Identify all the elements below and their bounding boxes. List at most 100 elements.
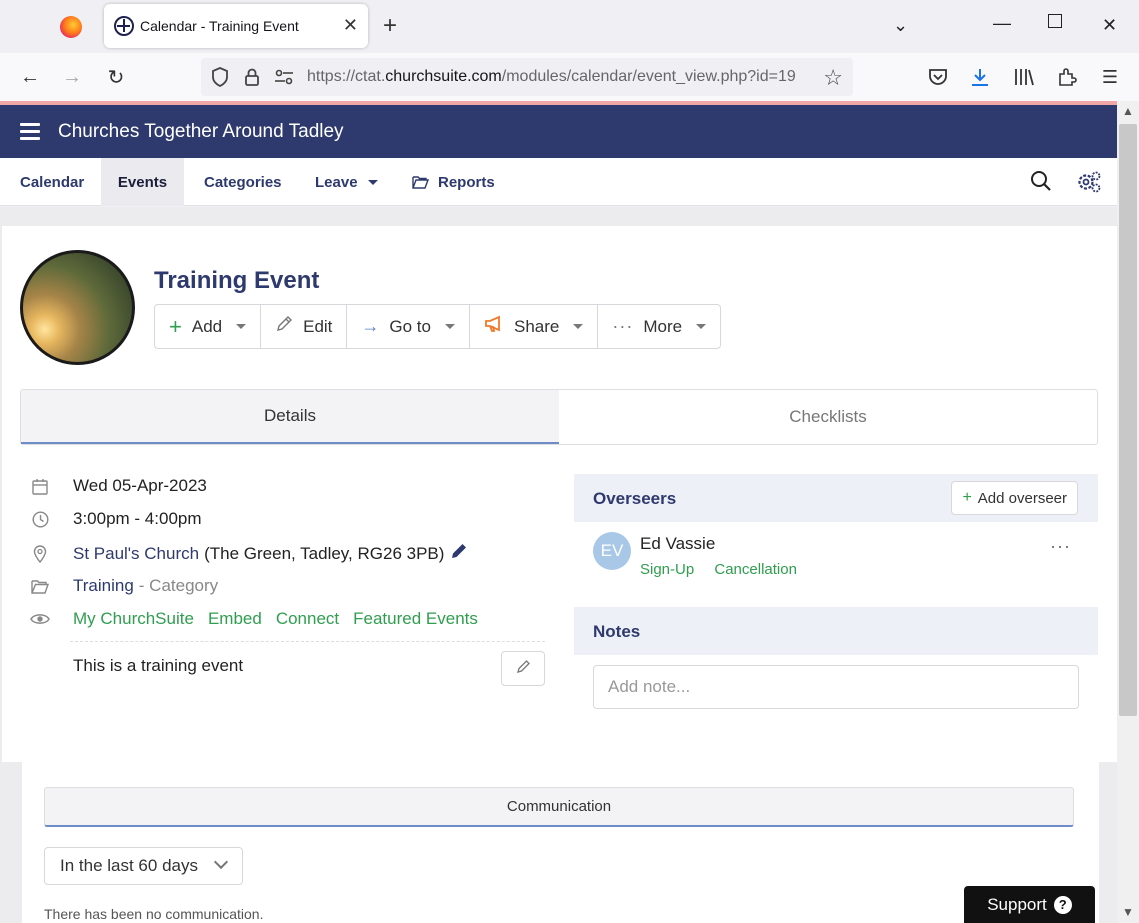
- caret-down-icon: [445, 324, 455, 329]
- nav-events[interactable]: Events: [101, 158, 184, 206]
- close-window-icon[interactable]: ✕: [1102, 12, 1117, 38]
- app-header: Churches Together Around Tadley: [0, 105, 1117, 158]
- event-location-row: St Paul's Church (The Green, Tadley, RG2…: [30, 542, 468, 565]
- nav-leave-dropdown[interactable]: Leave: [315, 158, 378, 206]
- add-note-input[interactable]: [593, 665, 1079, 709]
- browser-tab[interactable]: Calendar - Training Event ✕: [104, 4, 368, 48]
- notes-title: Notes: [593, 622, 641, 641]
- location-address: (The Green, Tadley, RG26 3PB): [204, 543, 445, 563]
- edit-description-button[interactable]: [501, 651, 545, 686]
- pocket-icon[interactable]: [926, 65, 950, 89]
- map-pin-icon: [30, 544, 50, 564]
- nav-categories[interactable]: Categories: [204, 158, 282, 206]
- event-date-row: Wed 05-Apr-2023: [30, 476, 207, 496]
- communication-period-select[interactable]: In the last 60 days: [44, 847, 243, 885]
- download-icon[interactable]: [968, 65, 992, 89]
- permissions-icon[interactable]: [274, 67, 294, 87]
- goto-button-label: Go to: [389, 316, 431, 336]
- ellipsis-icon: ···: [612, 316, 634, 336]
- support-button[interactable]: Support ?: [964, 886, 1095, 923]
- communication-tab[interactable]: Communication: [44, 787, 1074, 827]
- reload-icon[interactable]: ↻: [102, 63, 130, 91]
- overseer-links: Sign-Up Cancellation: [640, 561, 813, 578]
- nav-reports[interactable]: Reports: [412, 158, 495, 206]
- caret-down-icon: [236, 324, 247, 329]
- support-label: Support: [987, 894, 1047, 914]
- calendar-icon: [30, 476, 50, 496]
- communication-period-value: In the last 60 days: [60, 856, 198, 875]
- tab-checklists[interactable]: Checklists: [559, 390, 1097, 444]
- hamburger-menu-icon[interactable]: [20, 123, 40, 140]
- url-bar[interactable]: https://ctat.churchsuite.com/modules/cal…: [201, 58, 853, 96]
- pencil-icon: [275, 315, 293, 338]
- overseer-signup-link[interactable]: Sign-Up: [640, 561, 694, 578]
- share-button-label: Share: [514, 316, 560, 336]
- chevron-down-icon: [213, 854, 229, 870]
- overseers-title: Overseers: [593, 489, 677, 508]
- maximize-window-icon[interactable]: [1048, 14, 1062, 28]
- library-icon[interactable]: [1012, 65, 1036, 89]
- shield-icon[interactable]: [210, 67, 230, 87]
- edit-button[interactable]: Edit: [261, 305, 348, 348]
- edit-location-pencil-icon[interactable]: [450, 542, 468, 565]
- add-overseer-button[interactable]: + Add overseer: [951, 481, 1078, 515]
- event-action-buttons: + Add Edit → Go to Share ··· More: [154, 304, 722, 349]
- event-visibility-row: My ChurchSuite Embed Connect Featured Ev…: [30, 609, 492, 629]
- arrow-right-icon: →: [361, 316, 380, 336]
- churchsuite-favicon-icon: [114, 16, 134, 36]
- more-button-label: More: [643, 316, 683, 336]
- tab-list-chevron-icon[interactable]: ⌄: [893, 12, 908, 38]
- pencil-icon: [516, 659, 531, 678]
- visibility-featured-events[interactable]: Featured Events: [353, 609, 478, 629]
- edit-button-label: Edit: [303, 316, 333, 336]
- add-button[interactable]: + Add: [155, 305, 262, 348]
- eye-icon: [30, 609, 50, 629]
- app-title[interactable]: Churches Together Around Tadley: [58, 121, 344, 143]
- tab-details[interactable]: Details: [21, 390, 559, 444]
- overseer-cancellation-link[interactable]: Cancellation: [714, 561, 797, 578]
- page-title: Training Event: [154, 267, 320, 294]
- overseer-name[interactable]: Ed Vassie: [640, 534, 715, 554]
- scroll-down-icon[interactable]: ▼: [1122, 905, 1134, 919]
- page-scrollbar-thumb[interactable]: [1119, 124, 1137, 716]
- share-button[interactable]: Share: [470, 305, 599, 348]
- event-category-row: Training - Category: [30, 576, 218, 596]
- event-description: This is a training event: [73, 656, 244, 675]
- overseers-header: Overseers + Add overseer: [574, 474, 1098, 522]
- caret-down-icon: [573, 324, 584, 329]
- event-image: [20, 250, 135, 365]
- bookmark-star-icon[interactable]: ☆: [823, 65, 843, 91]
- overseer-more-ellipsis-icon[interactable]: ···: [1050, 536, 1071, 557]
- avatar[interactable]: EV: [593, 532, 631, 570]
- app-menu-icon[interactable]: ☰: [1098, 65, 1122, 89]
- firefox-icon[interactable]: [60, 16, 82, 38]
- folder-open-icon: [412, 175, 429, 189]
- forward-icon[interactable]: →: [58, 63, 86, 91]
- minimize-window-icon[interactable]: —: [993, 10, 1011, 36]
- new-tab-icon[interactable]: +: [383, 12, 397, 40]
- event-time: 3:00pm - 4:00pm: [73, 509, 202, 528]
- scroll-up-icon[interactable]: ▲: [1122, 104, 1134, 118]
- close-tab-icon[interactable]: ✕: [343, 15, 358, 35]
- goto-button[interactable]: → Go to: [347, 305, 470, 348]
- back-icon[interactable]: ←: [16, 63, 44, 91]
- extensions-icon[interactable]: [1055, 65, 1079, 89]
- nav-calendar[interactable]: Calendar: [0, 158, 104, 206]
- visibility-my-churchsuite[interactable]: My ChurchSuite: [73, 609, 194, 629]
- more-button[interactable]: ··· More: [598, 305, 720, 348]
- lock-icon[interactable]: [242, 67, 262, 87]
- add-overseer-label: Add overseer: [977, 489, 1067, 507]
- event-date: Wed 05-Apr-2023: [73, 476, 207, 495]
- megaphone-icon: [484, 315, 504, 338]
- nav-reports-label: Reports: [438, 173, 495, 191]
- visibility-connect[interactable]: Connect: [276, 609, 339, 629]
- visibility-embed[interactable]: Embed: [208, 609, 262, 629]
- category-link[interactable]: Training: [73, 576, 134, 596]
- no-communication-message: There has been no communication.: [44, 906, 264, 922]
- add-button-label: Add: [191, 316, 223, 336]
- search-icon[interactable]: [1030, 170, 1052, 197]
- settings-gears-icon[interactable]: [1076, 170, 1102, 199]
- clock-icon: [30, 509, 50, 529]
- nav-categories-label: Categories: [204, 173, 282, 191]
- location-link[interactable]: St Paul's Church: [73, 544, 199, 564]
